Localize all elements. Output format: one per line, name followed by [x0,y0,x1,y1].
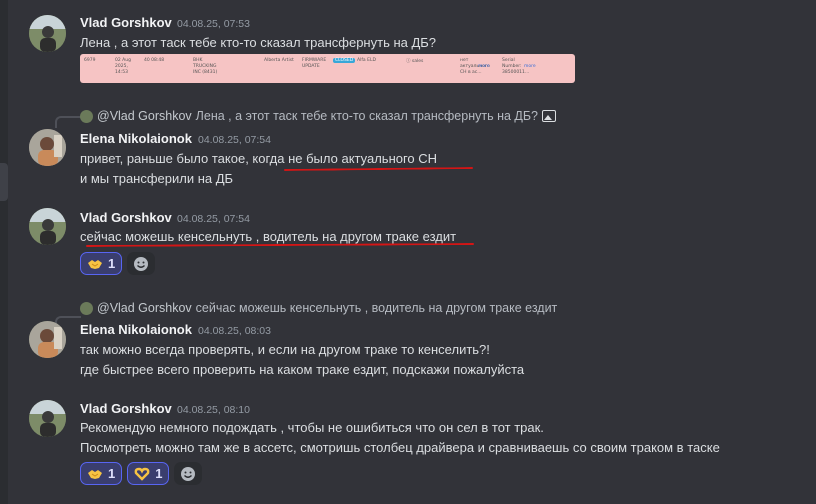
message-text: и мы трансферили на ДБ [80,171,234,186]
image-attachment-icon [542,110,557,122]
sidebar-collapse-handle[interactable] [0,163,8,201]
heart-hands-emoji-icon [134,466,150,482]
embed-cell: 02 Aug 2025, 14:53 [115,58,131,75]
handshake-emoji-icon [87,256,103,272]
embed-cell: 40 08:48 [144,58,165,63]
username[interactable]: Vlad Gorshkov [80,210,172,225]
smiley-icon [134,256,149,271]
avatar[interactable] [29,400,66,437]
timestamp: 04.08.25, 07:53 [177,18,250,30]
avatar[interactable] [29,321,66,358]
message-text: привет, раньше было такое, когда не было… [80,151,438,166]
embed-cell: ⓘ sales [406,59,424,64]
embed-cell: 6979 [84,58,96,63]
avatar[interactable] [29,129,66,166]
reaction-heart-hands[interactable]: 1 [127,462,170,485]
reaction-handshake[interactable]: 1 [80,462,123,485]
embed-cell: FIRMWARE UPDATE [302,58,327,69]
reactions-bar: 1 1 [80,462,203,485]
timestamp: 04.08.25, 07:54 [198,134,271,146]
reply-author[interactable]: @Vlad Gorshkov [97,109,192,123]
screenshot-embed[interactable]: 6979 02 Aug 2025, 14:53 40 08:48 BHK TRU… [80,54,575,83]
left-panel-edge [0,0,8,504]
message-text: Рекомендую немного подождать , чтобы не … [80,420,544,435]
embed-cell: Alberta Artist [264,58,294,63]
reply-connector [55,116,81,128]
handshake-emoji-icon [87,466,103,482]
username[interactable]: Elena Nikolaionok [80,322,192,337]
embed-more-link[interactable]: more [478,64,490,69]
reply-text: сейчас можешь кенсельнуть , водитель на … [195,301,558,315]
reply-preview[interactable]: @Vlad Gorshkov Лена , а этот таск тебе к… [80,107,557,125]
smiley-icon [181,466,196,481]
timestamp: 04.08.25, 07:54 [177,213,250,225]
reply-avatar [80,109,93,123]
message-text: Лена , а этот таск тебе кто-то сказал тр… [80,35,437,50]
embed-cell: BHK TRUCKING INC (8431) [193,58,218,75]
avatar[interactable] [29,208,66,245]
add-reaction-button[interactable] [127,252,156,275]
reply-avatar [80,301,93,315]
message-text: Посмотреть можно там же в ассетс, смотри… [80,440,720,455]
embed-more-link[interactable]: more [524,64,536,69]
reaction-count: 1 [155,466,163,481]
reply-author[interactable]: @Vlad Gorshkov [97,301,192,315]
annotation-underline [283,167,474,171]
message-text: где быстрее всего проверить на каком тра… [80,362,525,377]
reaction-count: 1 [108,466,116,481]
username[interactable]: Elena Nikolaionok [80,131,192,146]
avatar[interactable] [29,15,66,52]
username[interactable]: Vlad Gorshkov [80,15,172,30]
reactions-bar: 1 [80,252,156,275]
message-text: сейчас можешь кенсельнуть , водитель на … [80,229,457,244]
username[interactable]: Vlad Gorshkov [80,401,172,416]
add-reaction-button[interactable] [174,462,203,485]
embed-cell: Alfa ELD [357,58,376,63]
timestamp: 04.08.25, 08:03 [198,325,271,337]
timestamp: 04.08.25, 08:10 [177,404,250,416]
reaction-count: 1 [108,256,116,271]
reply-preview[interactable]: @Vlad Gorshkov сейчас можешь кенсельнуть… [80,299,557,317]
message-text: так можно всегда проверять, и если на др… [80,342,490,357]
embed-status-badge: CLOSED [333,58,356,63]
reaction-handshake[interactable]: 1 [80,252,123,275]
reply-text: Лена , а этот таск тебе кто-то сказал тр… [195,109,539,123]
